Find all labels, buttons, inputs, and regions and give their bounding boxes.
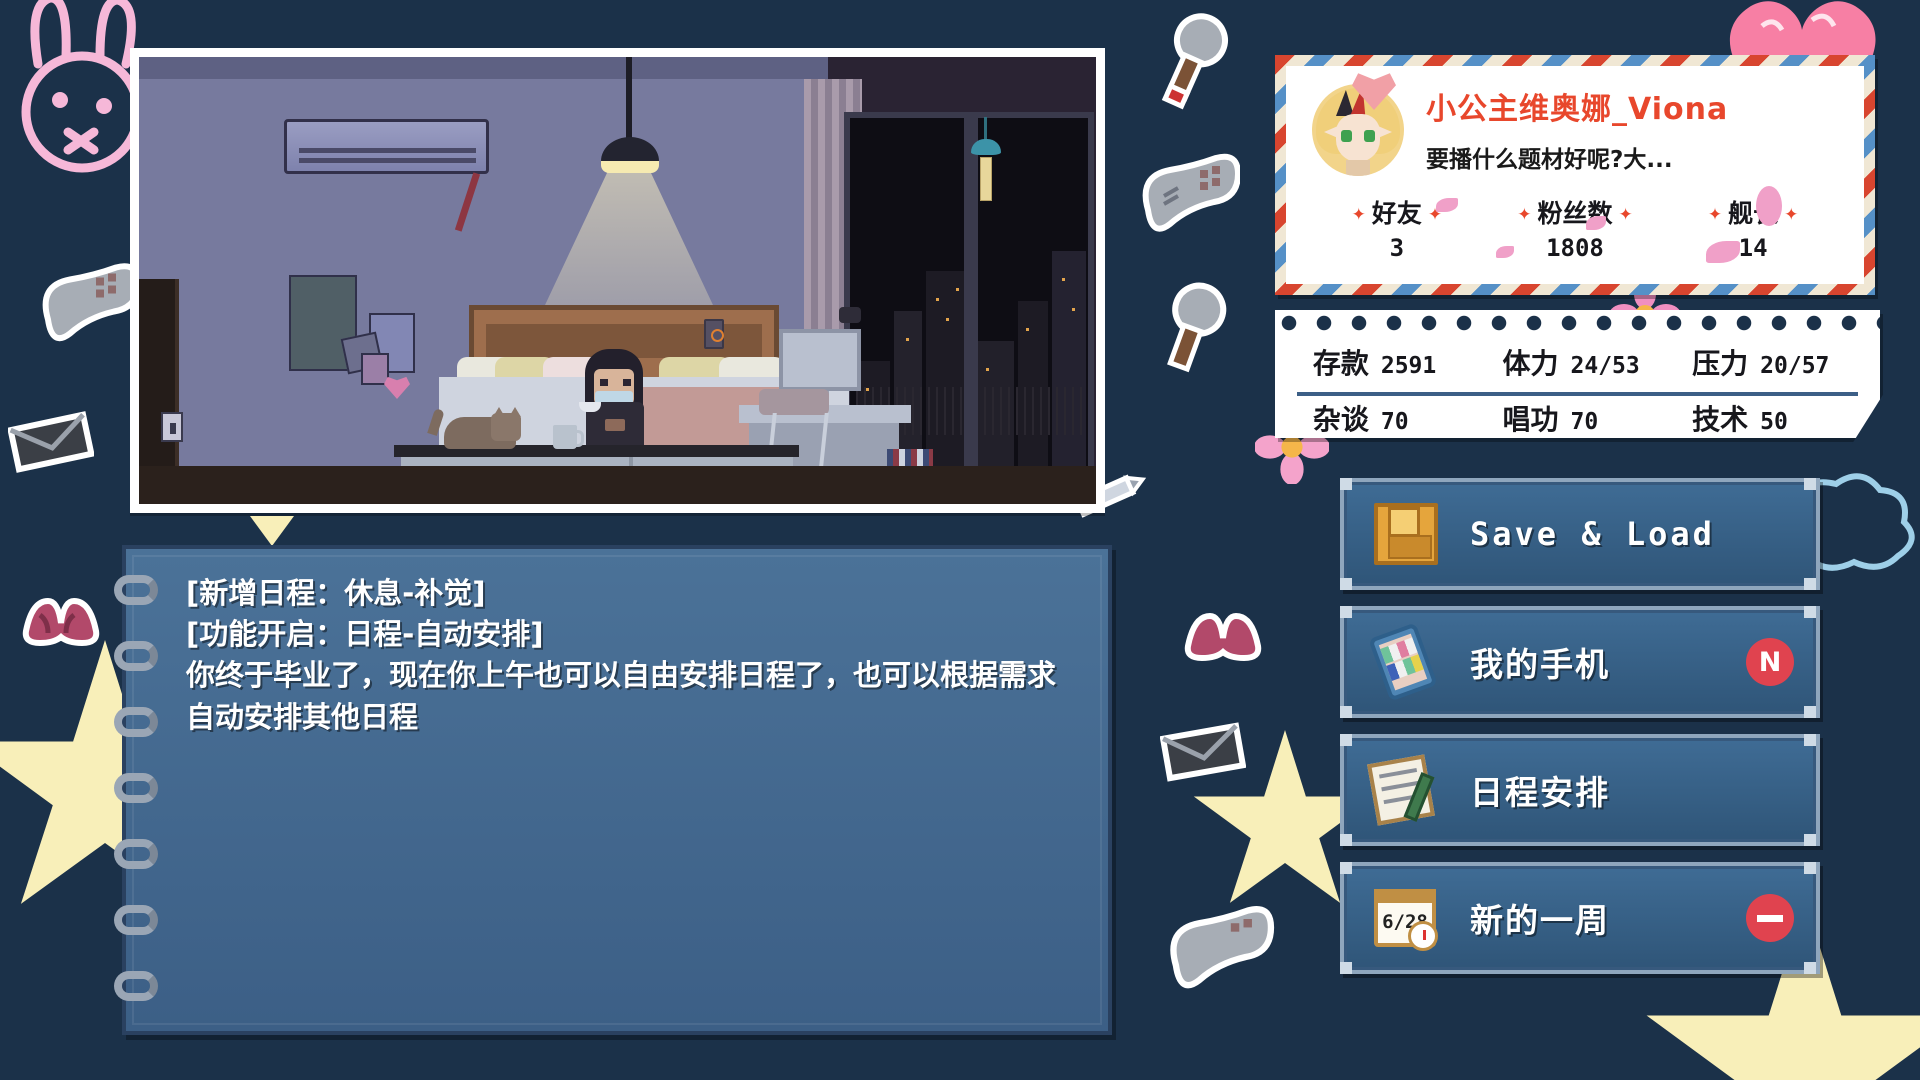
gamepad-icon	[1142, 153, 1240, 232]
status-value: 70	[1380, 409, 1409, 435]
notification-badge: N	[1746, 638, 1794, 686]
profile-stat-label: 好友	[1371, 199, 1422, 228]
notepad-pencil-icon	[1366, 754, 1446, 826]
schedule-label: 日程安排	[1470, 773, 1610, 812]
envelope-icon	[1160, 722, 1246, 782]
wind-chime-tag	[980, 157, 992, 201]
monitor	[779, 329, 861, 391]
status-label: 存款	[1312, 347, 1369, 380]
floor	[139, 466, 1096, 504]
wall-top-trim	[139, 57, 829, 79]
calendar-icon: 6/28	[1366, 883, 1446, 953]
mug-icon	[553, 425, 584, 449]
status-label: 技术	[1692, 403, 1749, 436]
floppy-disk-icon	[1366, 499, 1446, 569]
status-label: 杂谈	[1312, 403, 1369, 436]
night-light	[704, 319, 724, 349]
dialog-line: 你终于毕业了，现在你上午也可以自由安排日程了，也可以根据需求自动安排其他日程	[186, 658, 1057, 734]
dialog-pointer	[250, 516, 294, 546]
binder-ring	[114, 905, 158, 935]
status-value: 50	[1760, 409, 1788, 435]
profile-stats: ✦ 好友 ✦ 3 ✦ 粉丝数 ✦ 1808 ✦ 舰长 ✦ 14	[1298, 194, 1852, 262]
status-row-skills: 杂谈 70 唱功 70 技术 50	[1275, 398, 1880, 438]
gamepad-icon	[1170, 906, 1275, 989]
lamp-cord	[626, 57, 632, 139]
status-row-primary: 存款 2591 体力 24/53 压力 20/57	[1275, 342, 1880, 382]
webcam-icon	[839, 307, 861, 323]
shoes-icon	[22, 597, 100, 647]
dialog-line: [功能开启：日程-自动安排]	[186, 617, 544, 652]
profile-stat-label: 舰长	[1728, 199, 1779, 228]
binder-ring	[114, 641, 158, 671]
status-label: 压力	[1692, 347, 1749, 380]
binder-ring	[114, 707, 158, 737]
status-cell: 压力 20/57	[1692, 342, 1842, 382]
save-load-label: Save & Load	[1470, 515, 1715, 553]
status-value: 20/57	[1760, 353, 1830, 379]
status-value: 2591	[1380, 353, 1437, 379]
lamp-glow	[601, 161, 659, 173]
character-phone	[605, 419, 625, 431]
avatar	[1312, 84, 1404, 176]
binder-ring	[114, 575, 158, 605]
envelope-icon	[8, 411, 94, 473]
status-cell: 技术 50	[1692, 398, 1842, 438]
clock-icon	[1408, 921, 1438, 951]
binder-ring	[114, 773, 158, 803]
microphone-icon	[1167, 282, 1227, 373]
status-strip: 存款 2591 体力 24/53 压力 20/57 杂谈 70 唱功 70 技术…	[1275, 310, 1886, 444]
shoes-icon	[1184, 612, 1262, 662]
my-phone-button[interactable]: 我的手机 N	[1340, 606, 1820, 718]
dialog-text: [新增日程：休息-补觉] [功能开启：日程-自动安排] 你终于毕业了，现在你上午…	[186, 573, 1078, 738]
microphone-icon	[1161, 13, 1228, 110]
torn-edge	[1275, 310, 1880, 336]
status-value: 70	[1570, 409, 1599, 435]
my-phone-label: 我的手机	[1470, 645, 1610, 684]
wind-chime-cord	[984, 117, 987, 141]
window-mullion	[964, 112, 978, 487]
status-label: 体力	[1502, 347, 1559, 380]
status-value: 24/53	[1570, 353, 1640, 379]
profile-stat-label: 粉丝数	[1537, 199, 1613, 228]
wind-chime-icon	[971, 139, 1001, 155]
binder-ring	[114, 839, 158, 869]
binder-ring	[114, 971, 158, 1001]
dialog-line: [新增日程：休息-补觉]	[186, 576, 486, 610]
new-week-label: 新的一周	[1470, 901, 1610, 940]
status-cell: 唱功 70	[1502, 398, 1652, 438]
air-conditioner	[284, 119, 489, 174]
new-week-button[interactable]: 6/28 新的一周	[1340, 862, 1820, 974]
status-cell: 体力 24/53	[1502, 342, 1652, 382]
light-switch	[161, 412, 183, 442]
door	[139, 279, 179, 484]
chair	[759, 389, 829, 415]
profile-status-message: 要播什么题材好呢?大...	[1426, 147, 1673, 173]
profile-stat-value: 1808	[1546, 234, 1604, 262]
status-cell: 存款 2591	[1313, 342, 1463, 382]
bedroom-scene	[139, 57, 1096, 504]
profile-stat-value: 14	[1738, 234, 1768, 262]
locked-badge	[1746, 894, 1794, 942]
game-scene-panel[interactable]	[130, 48, 1105, 513]
profile-stat: ✦ 舰长 ✦ 14	[1702, 194, 1805, 262]
dialog-panel[interactable]: [新增日程：休息-补觉] [功能开启：日程-自动安排] 你终于毕业了，现在你上午…	[114, 545, 1112, 1035]
status-label: 唱功	[1502, 403, 1559, 436]
gamepad-icon	[42, 263, 140, 342]
profile-name: 小公主维奥娜_Viona	[1426, 92, 1729, 127]
status-cell: 杂谈 70	[1313, 398, 1463, 438]
profile-stat: ✦ 粉丝数 ✦ 1808	[1511, 194, 1639, 262]
save-load-button[interactable]: Save & Load	[1340, 478, 1820, 590]
profile-stat-value: 3	[1389, 234, 1405, 262]
main-menu: Save & Load 我的手机 N 日程安排 6/28 新的一周	[1340, 478, 1820, 990]
schedule-button[interactable]: 日程安排	[1340, 734, 1820, 846]
profile-stat: ✦ 好友 ✦ 3	[1346, 194, 1449, 262]
phone-icon	[1366, 622, 1446, 702]
